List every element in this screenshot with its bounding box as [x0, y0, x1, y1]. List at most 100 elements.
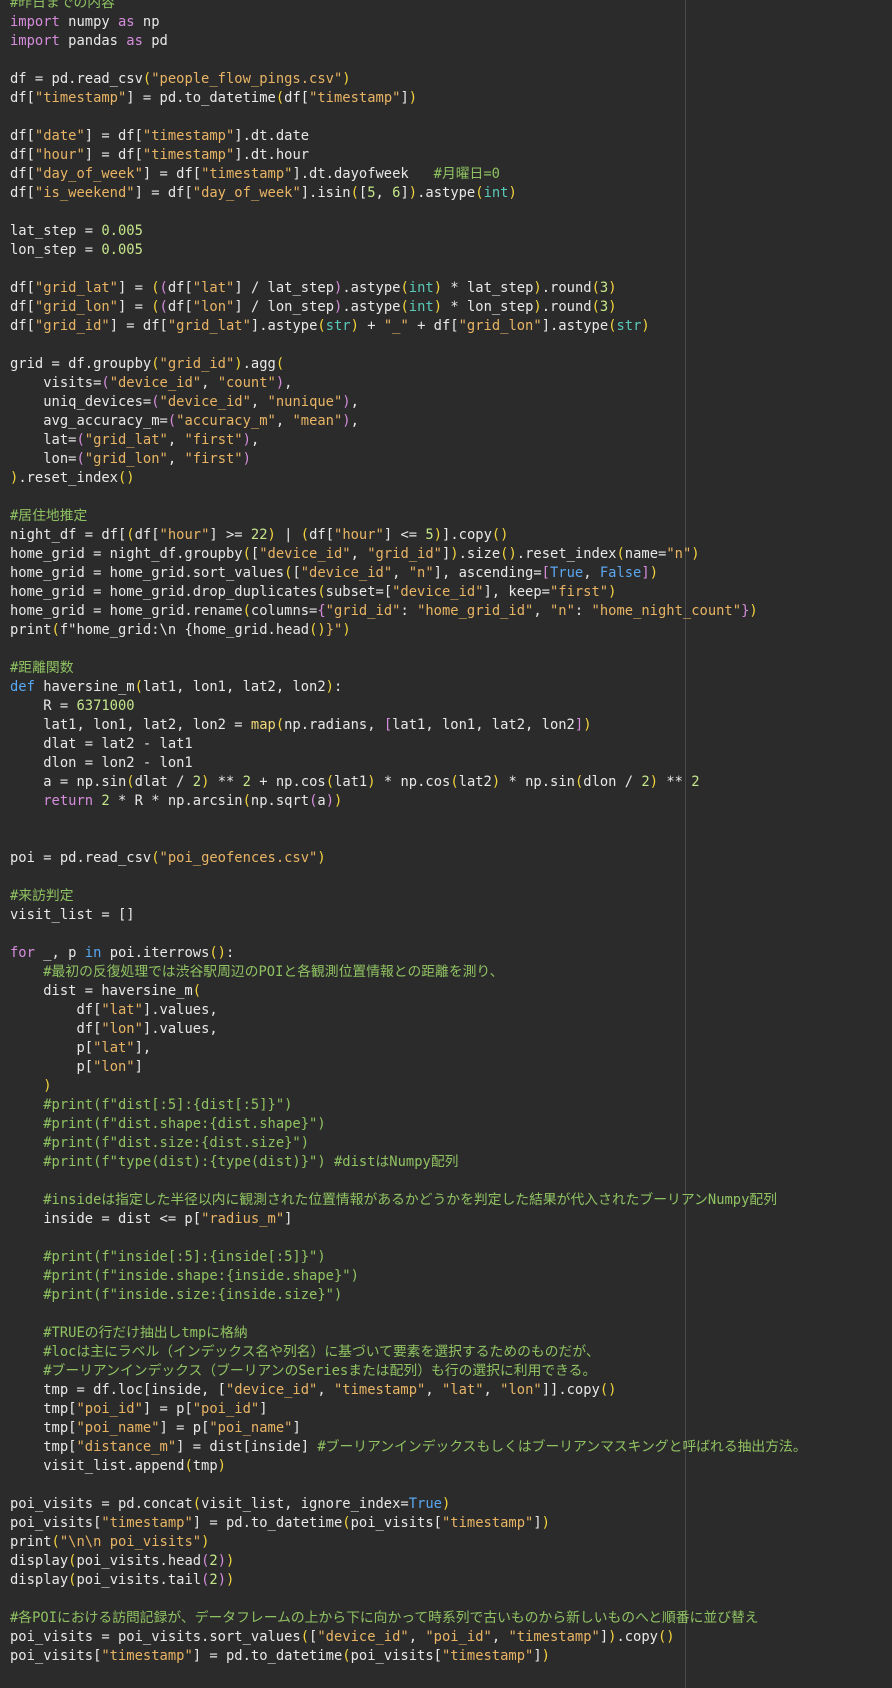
code-line[interactable] [10, 488, 807, 507]
code-line[interactable]: df["lon"].values, [10, 1020, 807, 1039]
code-line[interactable]: home_grid = night_df.groupby(["device_id… [10, 545, 807, 564]
code-line[interactable]: tmp["distance_m"] = dist[inside] #ブーリアンイ… [10, 1438, 806, 1457]
code-line[interactable] [10, 108, 807, 127]
code-line[interactable] [10, 336, 807, 355]
code-line[interactable] [10, 811, 807, 830]
code-line[interactable]: #locは主にラベル（インデックス名や列名）に基づいて要素を選択するためのものだ… [10, 1343, 807, 1362]
code-line[interactable]: lon=("grid_lon", "first") [10, 450, 807, 469]
code-line[interactable]: print("\n\n poi_visits") [10, 1533, 807, 1552]
code-line[interactable]: home_grid = home_grid.drop_duplicates(su… [10, 583, 807, 602]
code-line[interactable]: visits=("device_id", "count"), [10, 374, 807, 393]
code-line[interactable]: df["grid_lon"] = ((df["lon"] / lon_step)… [10, 298, 807, 317]
code-line[interactable]: R = 6371000 [10, 697, 807, 716]
code-line[interactable]: df["is_weekend"] = df["day_of_week"].isi… [10, 184, 807, 203]
code-line[interactable]: #print(f"type(dist):{type(dist)}") #dist… [10, 1153, 807, 1172]
code-line[interactable]: #来訪判定 [10, 887, 807, 906]
code-token: ( [167, 413, 177, 429]
code-token: , [392, 565, 409, 581]
code-line[interactable]: home_grid = home_grid.sort_values(["devi… [10, 564, 807, 583]
code-line[interactable] [10, 260, 807, 279]
code-line[interactable]: lat1, lon1, lat2, lon2 = map(np.radians,… [10, 716, 807, 735]
code-line[interactable]: poi_visits = poi_visits.sort_values(["de… [10, 1628, 807, 1647]
code-line[interactable]: #昨日までの内容 [10, 0, 807, 13]
code-line[interactable] [10, 1476, 807, 1495]
code-line[interactable] [10, 1229, 807, 1248]
code-line[interactable]: avg_accuracy_m=("accuracy_m", "mean"), [10, 412, 807, 431]
code-line[interactable] [10, 830, 807, 849]
code-line[interactable]: df["date"] = df["timestamp"].dt.date [10, 127, 807, 146]
code-line[interactable] [10, 868, 807, 887]
code-line[interactable] [10, 925, 807, 944]
code-token: "grid_id" [34, 318, 110, 334]
code-token: ) [350, 318, 359, 334]
code-line[interactable]: lat=("grid_lat", "first"), [10, 431, 807, 450]
code-line[interactable]: #各POIにおける訪問記録が、データフレームの上から下に向かって時系列で古いもの… [10, 1609, 807, 1628]
code-line[interactable]: tmp = df.loc[inside, ["device_id", "time… [10, 1381, 807, 1400]
code-line[interactable]: #print(f"dist[:5]:{dist[:5]}") [10, 1096, 807, 1115]
code-line[interactable]: import numpy as np [10, 13, 807, 32]
code-line[interactable] [10, 640, 807, 659]
code-token: , [350, 413, 359, 429]
code-line[interactable]: #居住地推定 [10, 507, 807, 526]
code-line[interactable]: print(f"home_grid:\n {home_grid.head()}"… [10, 621, 807, 640]
code-line[interactable]: poi = pd.read_csv("poi_geofences.csv") [10, 849, 807, 868]
code-line[interactable]: poi_visits["timestamp"] = pd.to_datetime… [10, 1647, 807, 1666]
code-line[interactable]: uniq_devices=("device_id", "nunique"), [10, 393, 807, 412]
code-line[interactable]: df["grid_id"] = df["grid_lat"].astype(st… [10, 317, 807, 336]
code-line[interactable]: tmp["poi_name"] = p["poi_name"] [10, 1419, 807, 1438]
code-line[interactable]: ) [10, 1077, 807, 1096]
code-line[interactable]: for _, p in poi.iterrows(): [10, 944, 807, 963]
code-line[interactable]: poi_visits = pd.concat(visit_list, ignor… [10, 1495, 807, 1514]
code-line[interactable]: import pandas as pd [10, 32, 807, 51]
code-line[interactable]: display(poi_visits.head(2)) [10, 1552, 807, 1571]
code-line[interactable]: visit_list = [] [10, 906, 807, 925]
code-line[interactable] [10, 1172, 807, 1191]
code-line[interactable]: dlon = lon2 - lon1 [10, 754, 807, 773]
code-line[interactable]: night_df = df[(df["hour"] >= 22) | (df["… [10, 526, 807, 545]
code-line[interactable]: def haversine_m(lat1, lon1, lat2, lon2): [10, 678, 807, 697]
code-line[interactable]: df = pd.read_csv("people_flow_pings.csv"… [10, 70, 807, 89]
code-line[interactable]: df["day_of_week"] = df["timestamp"].dt.d… [10, 165, 807, 184]
code-line[interactable]: lat_step = 0.005 [10, 222, 807, 241]
code-line[interactable]: lon_step = 0.005 [10, 241, 807, 260]
code-line[interactable]: #print(f"dist.size:{dist.size}") [10, 1134, 807, 1153]
code-editor[interactable]: #昨日までの内容 import numpy as np import pandas … [0, 0, 892, 1688]
code-token: ] [533, 1515, 542, 1531]
code-line[interactable]: tmp["poi_id"] = p["poi_id"] [10, 1400, 807, 1419]
code-line[interactable]: p["lon"] [10, 1058, 807, 1077]
code-token: df[ [10, 299, 35, 315]
code-line[interactable]: #最初の反復処理では渋谷駅周辺のPOIと各観測位置情報との距離を測り、 [10, 963, 807, 982]
code-content[interactable]: #昨日までの内容 import numpy as np import pandas … [10, 0, 807, 1666]
code-line[interactable]: #print(f"dist.shape:{dist.shape}") [10, 1115, 807, 1134]
code-line[interactable]: #insideは指定した半径以内に観測された位置情報があるかどうかを判定した結果… [10, 1191, 807, 1210]
code-line[interactable]: visit_list.append(tmp) [10, 1457, 807, 1476]
code-line[interactable]: #print(f"inside[:5]:{inside[:5]}") [10, 1248, 807, 1267]
code-token: ( [151, 850, 160, 866]
code-line[interactable] [10, 1305, 807, 1324]
code-line[interactable] [10, 203, 807, 222]
code-line[interactable]: #print(f"inside.size:{inside.size}") [10, 1286, 807, 1305]
code-line[interactable]: df["hour"] = df["timestamp"].dt.hour [10, 146, 807, 165]
code-token: 2 [641, 774, 650, 790]
code-line[interactable]: df["lat"].values, [10, 1001, 807, 1020]
code-line[interactable]: return 2 * R * np.arcsin(np.sqrt(a)) [10, 792, 807, 811]
code-line[interactable]: poi_visits["timestamp"] = pd.to_datetime… [10, 1514, 807, 1533]
code-line[interactable]: df["grid_lat"] = ((df["lat"] / lat_step)… [10, 279, 807, 298]
code-line[interactable]: dlat = lat2 - lat1 [10, 735, 807, 754]
code-line[interactable]: display(poi_visits.tail(2)) [10, 1571, 807, 1590]
code-line[interactable]: a = np.sin(dlat / 2) ** 2 + np.cos(lat1)… [10, 773, 807, 792]
code-line[interactable]: ).reset_index() [10, 469, 807, 488]
code-line[interactable]: p["lat"], [10, 1039, 807, 1058]
code-line[interactable]: df["timestamp"] = pd.to_datetime(df["tim… [10, 89, 807, 108]
code-token: ) [691, 546, 700, 562]
code-line[interactable]: grid = df.groupby("grid_id").agg( [10, 355, 807, 374]
code-line[interactable]: #距離関数 [10, 659, 807, 678]
code-line[interactable]: home_grid = home_grid.rename(columns={"g… [10, 602, 807, 621]
code-line[interactable]: #TRUEの行だけ抽出しtmpに格納 [10, 1324, 807, 1343]
code-line[interactable]: #ブーリアンインデックス（ブーリアンのSeriesまたは配列）も行の選択に利用で… [10, 1362, 807, 1381]
code-line[interactable]: inside = dist <= p["radius_m"] [10, 1210, 807, 1229]
code-line[interactable] [10, 1590, 807, 1609]
code-line[interactable]: dist = haversine_m( [10, 982, 807, 1001]
code-line[interactable] [10, 51, 807, 70]
code-line[interactable]: #print(f"inside.shape:{inside.shape}") [10, 1267, 807, 1286]
